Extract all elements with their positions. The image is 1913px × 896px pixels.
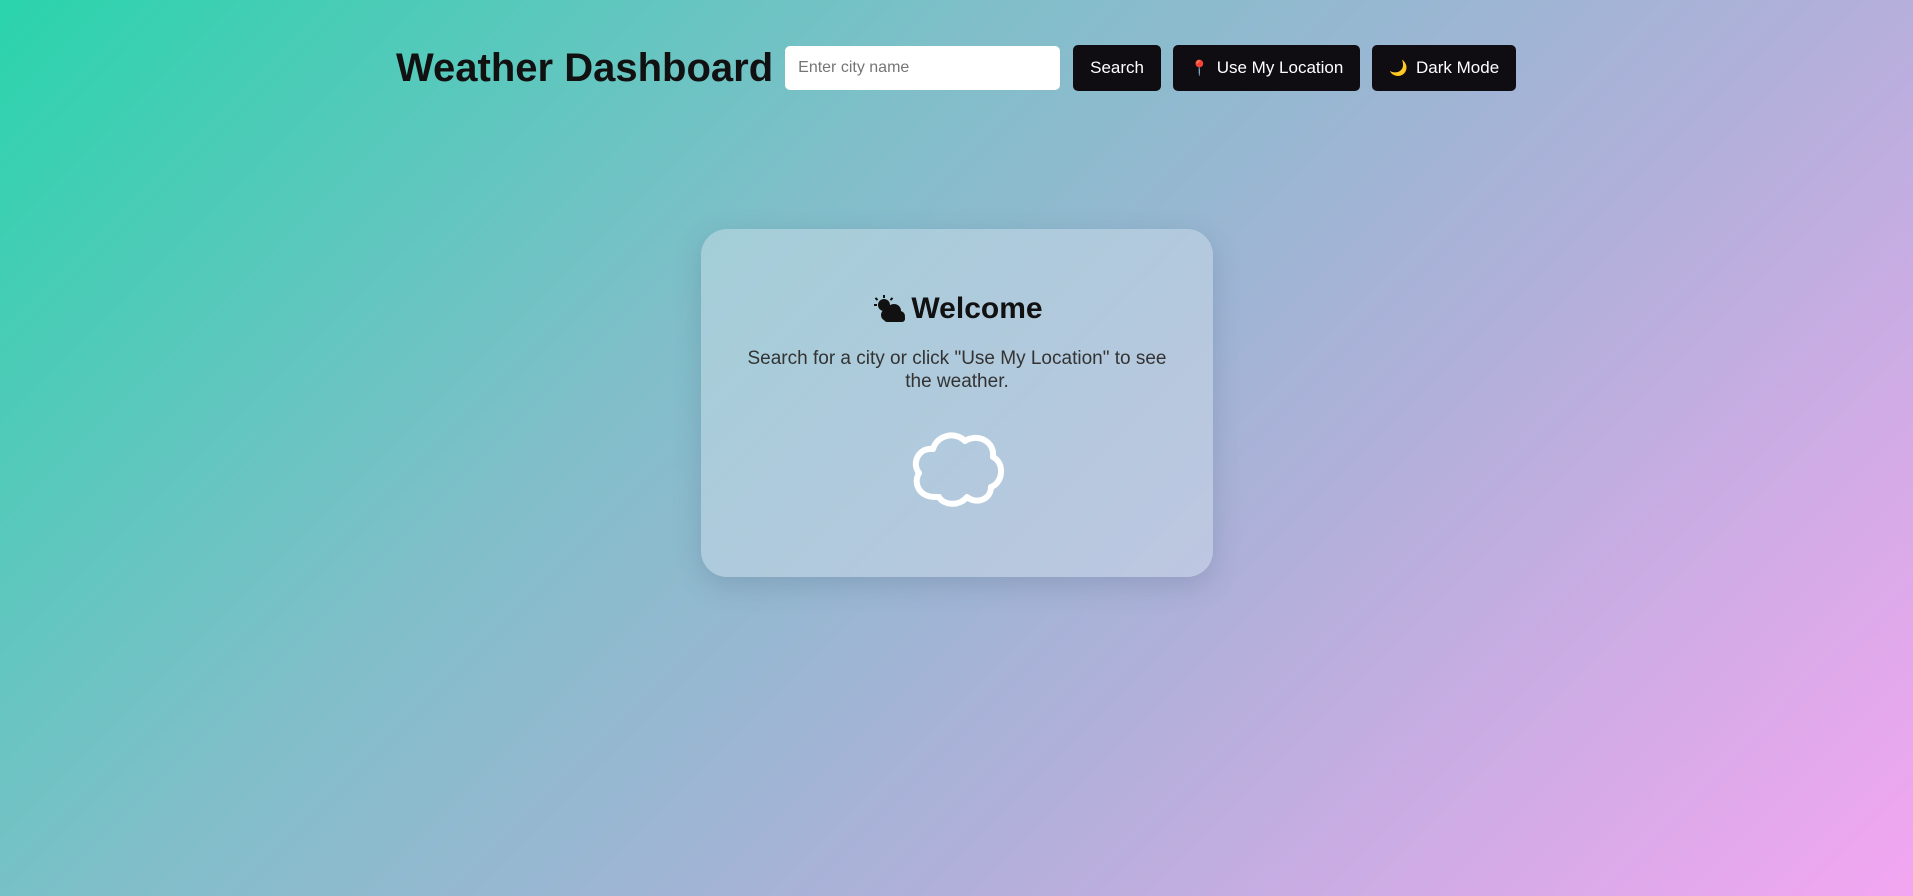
use-my-location-label: Use My Location — [1216, 58, 1344, 77]
dark-mode-button[interactable]: 🌙 Dark Mode — [1372, 45, 1517, 91]
search-button-label: Search — [1090, 58, 1145, 77]
pin-icon: 📍 — [1190, 60, 1209, 77]
cloud-icon — [912, 432, 1004, 507]
welcome-card: Welcome Search for a city or click "Use … — [701, 229, 1213, 577]
city-search-input[interactable] — [785, 46, 1061, 90]
welcome-title: Welcome — [911, 292, 1043, 325]
welcome-title-row: Welcome — [701, 291, 1213, 327]
header: Weather Dashboard Search 📍 Use My Locati… — [396, 44, 1517, 92]
sun-behind-cloud-icon — [874, 295, 906, 322]
page-title: Weather Dashboard — [396, 46, 774, 90]
welcome-message: Search for a city or click "Use My Locat… — [747, 348, 1167, 392]
search-button[interactable]: Search — [1073, 45, 1162, 91]
use-my-location-button[interactable]: 📍 Use My Location — [1173, 45, 1361, 91]
moon-icon: 🌙 — [1389, 60, 1409, 77]
dark-mode-label: Dark Mode — [1416, 58, 1500, 77]
